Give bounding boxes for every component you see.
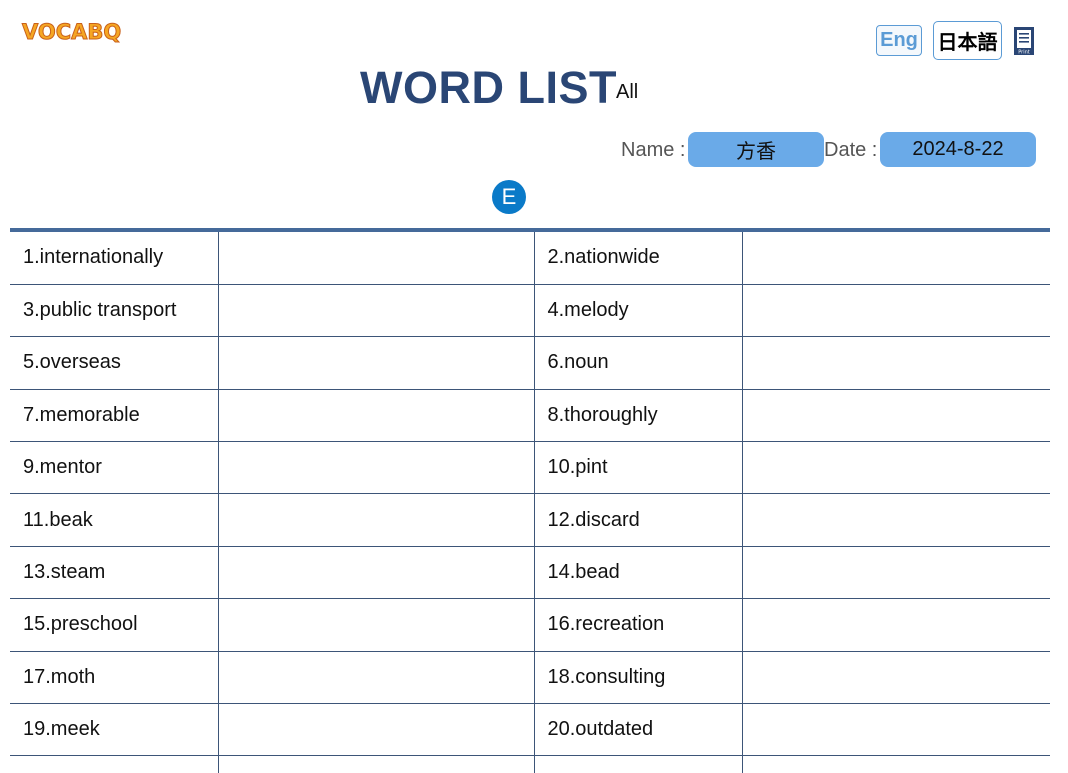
table-row: 19.meek 20.outdated [10, 703, 1050, 757]
answer-cell[interactable] [741, 703, 1050, 757]
answer-cell[interactable] [217, 336, 535, 390]
table-row: 11.beak 12.discard [10, 493, 1050, 547]
answer-cell[interactable] [741, 336, 1050, 390]
word-cell: 11.beak [10, 493, 218, 547]
answer-cell[interactable] [741, 598, 1050, 652]
word-cell: 7.memorable [10, 389, 218, 443]
answer-cell[interactable] [741, 493, 1050, 547]
word-cell: 8.thoroughly [534, 389, 742, 443]
name-field[interactable]: 方香 [688, 132, 824, 167]
word-table: 1.internationally 2.nationwide 3.public … [10, 228, 1050, 773]
table-row: 13.steam 14.bead [10, 546, 1050, 600]
word-cell: 15.preschool [10, 598, 218, 652]
word-cell: 20.outdated [534, 703, 742, 757]
print-button[interactable]: Print [1013, 26, 1035, 56]
word-cell: 1.internationally [10, 232, 218, 285]
word-cell: 13.steam [10, 546, 218, 600]
japanese-language-button[interactable]: 日本語 [933, 21, 1002, 60]
english-language-button[interactable]: Eng [876, 25, 922, 56]
answer-cell[interactable] [217, 651, 535, 705]
table-row: 17.moth 18.consulting [10, 651, 1050, 705]
word-cell: 14.bead [534, 546, 742, 600]
answer-cell[interactable] [741, 546, 1050, 600]
answer-cell[interactable] [217, 703, 535, 757]
word-cell: 4.melody [534, 284, 742, 338]
page-title: WORD LIST [360, 62, 617, 113]
page-subtitle: All [616, 81, 639, 103]
answer-cell[interactable] [741, 284, 1050, 338]
word-cell: 6.noun [534, 336, 742, 390]
mode-badge-e[interactable]: E [492, 180, 526, 214]
answer-cell[interactable] [217, 755, 535, 773]
word-cell: 17.moth [10, 651, 218, 705]
print-icon: Print [1014, 27, 1034, 56]
answer-cell[interactable] [217, 493, 535, 547]
table-row: 5.overseas 6.noun [10, 336, 1050, 390]
word-cell [534, 756, 742, 773]
table-row [10, 755, 1050, 773]
answer-cell[interactable] [217, 441, 535, 495]
name-label: Name : [621, 139, 686, 161]
table-row: 9.mentor 10.pint [10, 441, 1050, 495]
table-row: 3.public transport 4.melody [10, 284, 1050, 338]
answer-cell[interactable] [217, 232, 535, 285]
word-cell: 19.meek [10, 703, 218, 757]
answer-cell[interactable] [741, 232, 1050, 285]
word-cell: 10.pint [534, 441, 742, 495]
date-label: Date : [824, 139, 878, 161]
word-cell [10, 756, 218, 773]
answer-cell[interactable] [217, 389, 535, 443]
answer-cell[interactable] [741, 651, 1050, 705]
word-cell: 16.recreation [534, 598, 742, 652]
word-cell: 18.consulting [534, 651, 742, 705]
answer-cell[interactable] [217, 284, 535, 338]
table-row: 7.memorable 8.thoroughly [10, 389, 1050, 443]
answer-cell[interactable] [741, 389, 1050, 443]
svg-text:Print: Print [1018, 50, 1030, 56]
answer-cell[interactable] [217, 598, 535, 652]
vocabq-logo[interactable]: VOCABQ [21, 20, 121, 45]
answer-cell[interactable] [741, 441, 1050, 495]
table-row: 1.internationally 2.nationwide [10, 232, 1050, 285]
table-row: 15.preschool 16.recreation [10, 598, 1050, 652]
word-cell: 5.overseas [10, 336, 218, 390]
answer-cell[interactable] [741, 755, 1050, 773]
word-cell: 2.nationwide [534, 232, 742, 285]
word-cell: 9.mentor [10, 441, 218, 495]
date-field[interactable]: 2024-8-22 [880, 132, 1036, 167]
answer-cell[interactable] [217, 546, 535, 600]
word-cell: 12.discard [534, 493, 742, 547]
word-cell: 3.public transport [10, 284, 218, 338]
